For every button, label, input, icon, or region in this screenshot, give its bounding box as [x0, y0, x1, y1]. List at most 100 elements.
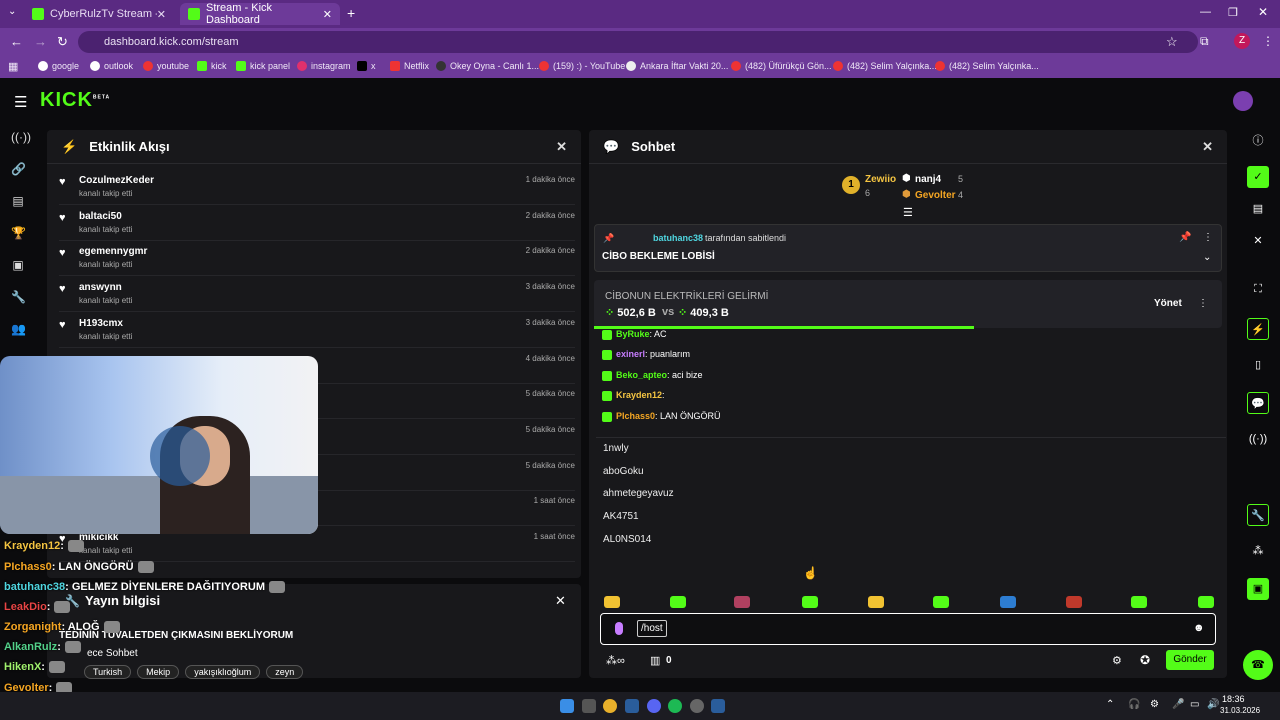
reload-icon[interactable]: ↻: [57, 34, 68, 50]
layout-icon[interactable]: ▤: [1247, 198, 1269, 220]
tag-pill[interactable]: yakışıklıoğlum: [185, 665, 261, 679]
community-icon[interactable]: 👥: [11, 322, 26, 336]
tray-chevron-icon[interactable]: ⌃: [1106, 699, 1114, 710]
tag-pill[interactable]: Turkish: [84, 665, 132, 679]
suggestion-item[interactable]: ahmetegeyavuz: [603, 488, 674, 499]
settings-icon[interactable]: ⚙: [1112, 654, 1122, 667]
activity-item[interactable]: ♥ H193cmx kanalı takip etti 3 dakika önce: [59, 313, 575, 348]
mic-icon[interactable]: [615, 622, 623, 635]
info-icon[interactable]: ⓘ: [1247, 130, 1269, 152]
suggestion-item[interactable]: AL0NS014: [603, 534, 651, 545]
close-window-icon[interactable]: ✕: [1258, 5, 1268, 19]
activity-item[interactable]: ♥ CozulmezKeder kanalı takip etti 1 dakika …: [59, 170, 575, 205]
chat-message[interactable]: Beko_apteo: aci bize: [602, 370, 703, 381]
chat-message[interactable]: ByRuke: AC: [602, 329, 667, 340]
chat-username[interactable]: Krayden12: [616, 390, 662, 400]
send-button[interactable]: Gönder: [1166, 650, 1214, 670]
tab-search-icon[interactable]: ⌄: [8, 6, 16, 17]
bookmark-item[interactable]: (482) Selim Yalçınka...: [935, 61, 1039, 71]
emote-icon[interactable]: [604, 596, 620, 608]
kick-logo[interactable]: KICKBETA: [40, 89, 110, 112]
broadcast-icon[interactable]: ((·)): [1247, 428, 1269, 450]
volume-icon[interactable]: 🔊: [1207, 699, 1219, 710]
mic-tray-icon[interactable]: 🎤: [1172, 699, 1184, 710]
headset-icon[interactable]: 🎧: [1128, 699, 1140, 710]
chat-input[interactable]: /host ☻: [600, 613, 1216, 645]
chat-message[interactable]: Krayden12:: [602, 390, 665, 401]
minimize-icon[interactable]: —: [1200, 6, 1211, 18]
emote-icon[interactable]: [1000, 596, 1016, 608]
bolt-icon[interactable]: ⚡: [1247, 318, 1269, 340]
more-icon[interactable]: ⋮: [1203, 232, 1213, 243]
close-icon[interactable]: ✕: [556, 139, 567, 155]
bookmark-item[interactable]: youtube: [143, 61, 189, 71]
chat-username[interactable]: Beko_apteo: [616, 370, 667, 380]
tag-pill[interactable]: Mekip: [137, 665, 180, 679]
clock-time[interactable]: 18:36: [1222, 694, 1245, 704]
emote-icon[interactable]: [1198, 596, 1214, 608]
bookmark-item[interactable]: outlook: [90, 61, 133, 71]
steam-icon[interactable]: [711, 699, 725, 713]
close-icon[interactable]: ✕: [555, 593, 566, 609]
clock-date[interactable]: 31.03.2026: [1220, 706, 1260, 715]
emote-icon[interactable]: [868, 596, 884, 608]
more-icon[interactable]: ⋮: [1198, 298, 1208, 309]
store-icon[interactable]: ▥: [650, 654, 660, 667]
chat-message[interactable]: exinerl: puanlarım: [602, 349, 690, 360]
search-icon[interactable]: [582, 699, 596, 713]
back-icon[interactable]: ←: [10, 34, 23, 49]
badge-icon[interactable]: ✪: [1140, 653, 1150, 667]
activity-item[interactable]: ♥ answynn kanalı takip etti 3 dakika önce: [59, 277, 575, 313]
manage-button[interactable]: Yönet: [1154, 298, 1182, 309]
chat-username[interactable]: ByRuke: [616, 329, 650, 339]
media-icon[interactable]: ▣: [1247, 578, 1269, 600]
chat-message[interactable]: PIchass0: LAN ÖNGÖRÜ: [602, 411, 721, 422]
emote-icon[interactable]: [734, 596, 750, 608]
spotify-icon[interactable]: [668, 699, 682, 713]
steam-tray-icon[interactable]: ⚙: [1150, 699, 1159, 710]
filter-icon[interactable]: ☰: [903, 206, 913, 219]
new-tab-icon[interactable]: +: [347, 5, 355, 21]
bookmark-item[interactable]: google: [38, 61, 79, 71]
app-icon[interactable]: [690, 699, 704, 713]
suggestion-item[interactable]: aboGoku: [603, 466, 644, 477]
chat-icon[interactable]: 💬: [1247, 392, 1269, 414]
chevron-down-icon[interactable]: ⌄: [1203, 252, 1211, 263]
discord-icon[interactable]: [647, 699, 661, 713]
bookmark-item[interactable]: kick panel: [236, 61, 290, 71]
bookmark-item[interactable]: Ankara İftar Vakti 20...: [626, 61, 728, 71]
emote-icon[interactable]: [933, 596, 949, 608]
chat-username[interactable]: PIchass0: [616, 411, 655, 421]
close-tab-icon[interactable]: ✕: [157, 8, 166, 21]
trophy-icon[interactable]: 🏆: [11, 226, 26, 240]
points-icon[interactable]: ⁂∞: [606, 654, 625, 667]
profile-avatar[interactable]: Z: [1234, 33, 1250, 49]
steam-icon[interactable]: [625, 699, 639, 713]
chat-username[interactable]: exinerl: [616, 349, 645, 359]
support-icon[interactable]: ☎: [1243, 650, 1273, 680]
apps-icon[interactable]: ▦: [8, 60, 18, 73]
pinned-message[interactable]: 📌 batuhanc38 tarafından sabitlendi CİBO …: [594, 224, 1222, 272]
bookmark-star-icon[interactable]: ☆: [1166, 34, 1178, 50]
emoji-icon[interactable]: ☻: [1193, 622, 1205, 634]
bookmark-item[interactable]: kick: [197, 61, 227, 71]
menu-icon[interactable]: ⋮: [1262, 34, 1274, 48]
community-icon[interactable]: ⁂: [1247, 540, 1269, 562]
bookmark-item[interactable]: instagram: [297, 61, 351, 71]
emote-icon[interactable]: [802, 596, 818, 608]
activity-item[interactable]: ♥ baltaci50 kanalı takip etti 2 dakika önce: [59, 206, 575, 241]
tag-pill[interactable]: zeyn: [266, 665, 304, 679]
wrench-icon[interactable]: 🔧: [1247, 504, 1269, 526]
bookmark-item[interactable]: (159) :) - YouTube: [539, 61, 625, 71]
activity-item[interactable]: ♥ egemennygmr kanalı takip etti 2 dakika ön…: [59, 241, 575, 277]
bookmark-item[interactable]: x: [357, 61, 376, 71]
network-icon[interactable]: ▭: [1190, 699, 1199, 710]
browser-tab[interactable]: CyberRulzTv Stream - Watch Liv✕: [24, 3, 174, 25]
emote-icon[interactable]: [670, 596, 686, 608]
chrome-icon[interactable]: [603, 699, 617, 713]
address-input[interactable]: dashboard.kick.com/stream: [78, 31, 1198, 53]
document-icon[interactable]: ▯: [1247, 354, 1269, 376]
close-tab-icon[interactable]: ✕: [323, 8, 332, 21]
bookmark-item[interactable]: Netflix: [390, 61, 429, 71]
forward-icon[interactable]: →: [34, 34, 47, 49]
